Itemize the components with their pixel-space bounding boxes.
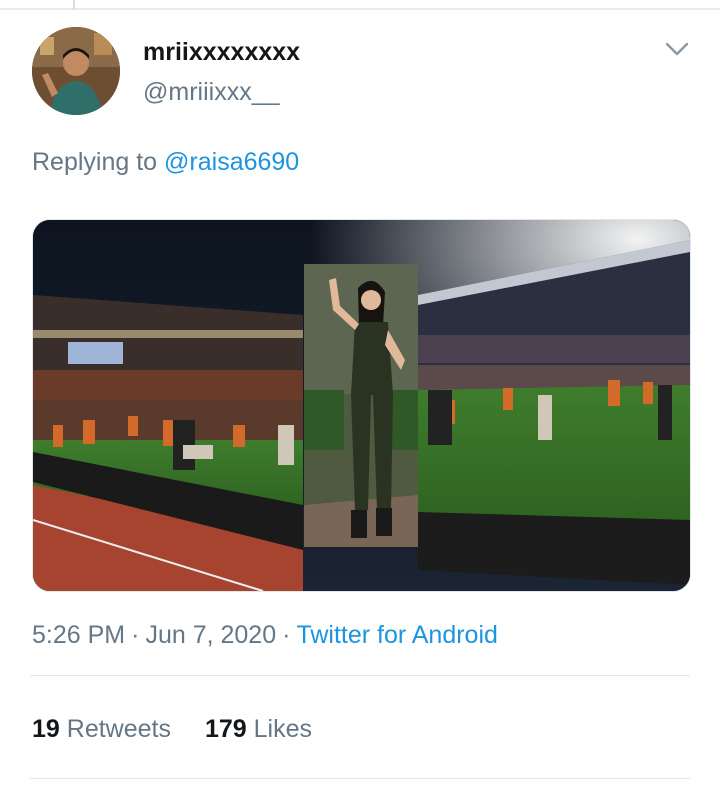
retweets-label: Retweets xyxy=(66,715,171,743)
replying-to-line: Replying to @raisa6690 xyxy=(32,148,299,177)
meta-separator: · xyxy=(131,621,140,649)
retweets-count: 19 xyxy=(32,715,60,743)
display-name[interactable]: mriixxxxxxxx xyxy=(143,38,300,67)
replying-to-prefix: Replying to xyxy=(32,148,165,176)
top-divider xyxy=(0,8,720,10)
meta-divider xyxy=(30,675,690,676)
tweet-source-link[interactable]: Twitter for Android xyxy=(296,621,497,649)
meta-separator: · xyxy=(282,621,291,649)
tweet-photo[interactable] xyxy=(32,219,691,592)
likes-label: Likes xyxy=(253,715,313,743)
tweet-time[interactable]: 5:26 PM xyxy=(32,621,125,649)
retweets-stat[interactable]: 19 Retweets xyxy=(32,715,171,744)
engagement-stats: 19 Retweets 179 Likes xyxy=(32,715,312,744)
likes-stat[interactable]: 179 Likes xyxy=(205,715,312,744)
avatar[interactable] xyxy=(32,27,120,115)
chevron-down-icon[interactable] xyxy=(664,38,690,60)
tweet-date[interactable]: Jun 7, 2020 xyxy=(145,621,276,649)
stadium-photo xyxy=(33,220,690,591)
stats-divider xyxy=(30,778,690,779)
thread-line xyxy=(73,0,75,10)
tweet-meta: 5:26 PM · Jun 7, 2020 · Twitter for Android xyxy=(32,621,498,650)
likes-count: 179 xyxy=(204,715,247,743)
user-handle[interactable]: @mriiixxx__ xyxy=(143,78,280,107)
replying-to-link[interactable]: @raisa6690 xyxy=(164,148,299,176)
avatar-image xyxy=(32,27,120,115)
